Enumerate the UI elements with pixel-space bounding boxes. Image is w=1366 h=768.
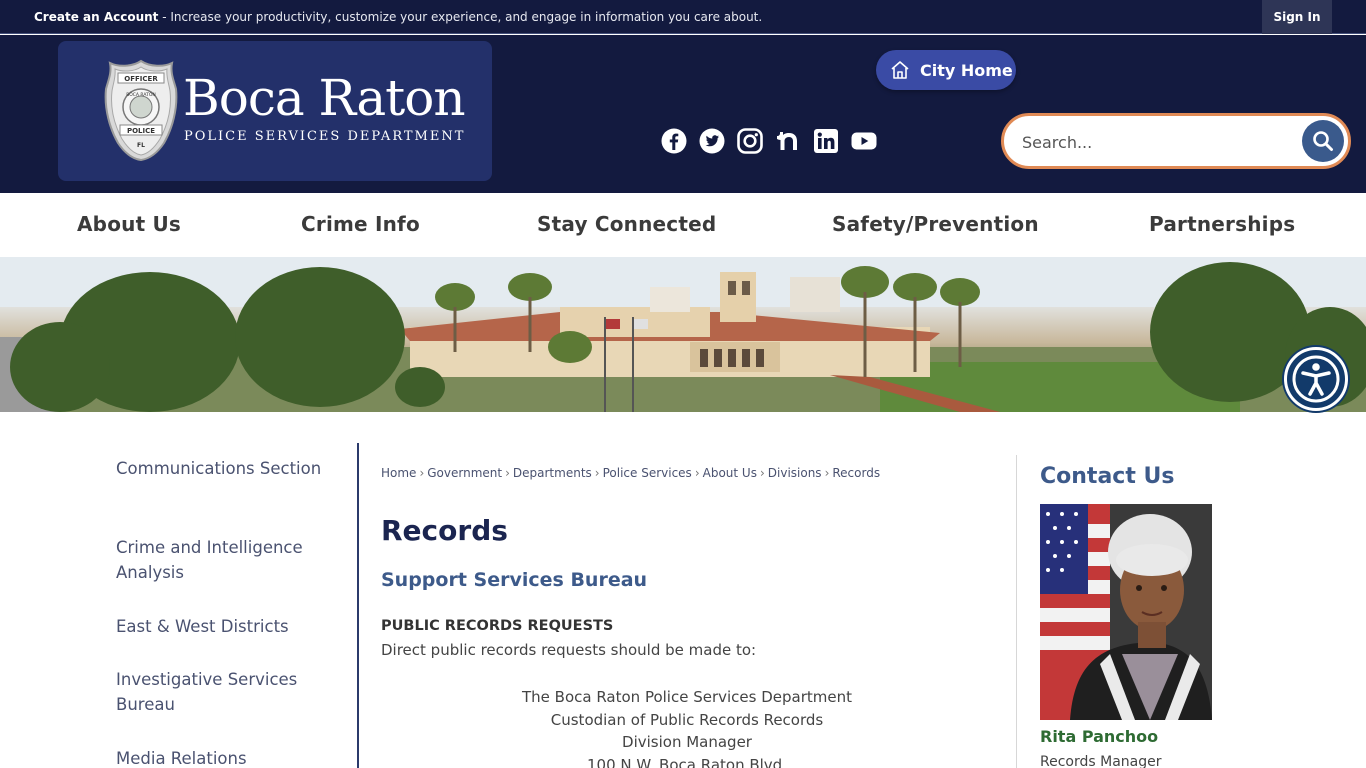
address-line: Division Manager	[622, 733, 752, 751]
site-search	[1001, 113, 1351, 169]
search-button[interactable]	[1302, 120, 1344, 162]
sidenav-media-relations[interactable]: Media Relations	[116, 746, 336, 768]
address-line: 100 N.W. Boca Raton Blvd.	[587, 755, 787, 768]
breadcrumb-divisions[interactable]: Divisions	[768, 466, 822, 480]
youtube-icon[interactable]	[851, 128, 877, 154]
badge-line-officer: OFFICER	[124, 75, 158, 83]
sign-in-button[interactable]: Sign In	[1262, 0, 1332, 34]
sidenav-communications-section[interactable]: Communications Section	[116, 456, 336, 481]
breadcrumb-separator: ›	[824, 466, 830, 480]
hero-banner	[0, 257, 1366, 412]
page-subtitle: Support Services Bureau	[381, 569, 648, 591]
accessibility-button[interactable]	[1284, 347, 1348, 411]
nextdoor-icon[interactable]	[775, 128, 801, 154]
city-home-button[interactable]: City Home	[876, 50, 1016, 90]
logo-title: Boca Raton	[183, 69, 466, 127]
badge-line-state: FL	[137, 142, 145, 149]
mailing-address: The Boca Raton Police Services Departmen…	[437, 686, 937, 768]
search-input[interactable]	[1022, 128, 1292, 156]
nav-safety-prevention[interactable]: Safety/Prevention	[832, 212, 1039, 236]
top-bar: Create an Account - Increase your produc…	[0, 0, 1366, 34]
breadcrumb-departments[interactable]: Departments	[513, 466, 592, 480]
contact-name[interactable]: Rita Panchoo	[1040, 727, 1158, 746]
accessibility-icon	[1292, 355, 1340, 403]
breadcrumb-about-us[interactable]: About Us	[703, 466, 757, 480]
linkedin-icon[interactable]	[813, 128, 839, 154]
breadcrumb-separator: ›	[505, 466, 510, 480]
nav-stay-connected[interactable]: Stay Connected	[537, 212, 716, 236]
nav-about-us[interactable]: About Us	[77, 212, 181, 236]
breadcrumb-government[interactable]: Government	[427, 466, 502, 480]
logo-subtitle: POLICE SERVICES DEPARTMENT	[184, 129, 466, 144]
sidenav-crime-intelligence-analysis[interactable]: Crime and Intelligence Analysis	[116, 535, 336, 585]
social-links	[661, 128, 877, 154]
address-line: Custodian of Public Records Records	[550, 710, 824, 729]
contact-us-heading: Contact Us	[1040, 464, 1175, 489]
badge-line-city: BOCA RATON	[126, 92, 156, 98]
breadcrumb: Home › Government › Departments › Police Servi…	[381, 466, 880, 480]
search-icon	[1313, 131, 1333, 151]
site-logo[interactable]: OFFICER BOCA RATON POLICE FL Boca Raton …	[58, 41, 492, 181]
sidenav-investigative-services-bureau[interactable]: Investigative Services Bureau	[116, 667, 336, 717]
sidenav-east-west-districts[interactable]: East & West Districts	[116, 614, 336, 639]
main-navigation: About Us Crime Info Stay Connected Safet…	[0, 193, 1366, 257]
breadcrumb-police-services[interactable]: Police Services	[603, 466, 692, 480]
breadcrumb-home[interactable]: Home	[381, 466, 416, 480]
nav-crime-info[interactable]: Crime Info	[301, 212, 420, 236]
breadcrumb-records[interactable]: Records	[832, 466, 880, 480]
facebook-icon[interactable]	[661, 128, 687, 154]
site-header: OFFICER BOCA RATON POLICE FL Boca Raton …	[0, 35, 1366, 193]
breadcrumb-separator: ›	[759, 466, 765, 480]
contact-photo	[1040, 504, 1212, 720]
instagram-icon[interactable]	[737, 128, 763, 154]
city-home-label: City Home	[920, 60, 1013, 80]
breadcrumb-separator: ›	[419, 466, 425, 480]
content-divider	[1016, 455, 1017, 768]
sidebar-divider	[357, 443, 359, 768]
contact-role: Records Manager	[1040, 754, 1162, 768]
account-message-text: - Increase your productivity, customize …	[158, 10, 763, 24]
create-account-link[interactable]: Create an Account	[34, 10, 158, 24]
badge-line-police: POLICE	[127, 127, 155, 135]
banner-image	[0, 257, 1366, 412]
police-badge-icon: OFFICER BOCA RATON POLICE FL	[104, 59, 178, 161]
account-message: Create an Account - Increase your produc…	[34, 10, 762, 24]
public-records-text: Direct public records requests should be…	[381, 641, 757, 659]
address-line: The Boca Raton Police Services Departmen…	[521, 688, 852, 706]
page-title: Records	[381, 514, 508, 547]
breadcrumb-separator: ›	[694, 466, 700, 480]
breadcrumb-separator: ›	[594, 466, 600, 480]
nav-partnerships[interactable]: Partnerships	[1149, 212, 1295, 236]
twitter-icon[interactable]	[699, 128, 725, 154]
house-icon	[891, 61, 909, 79]
public-records-heading: PUBLIC RECORDS REQUESTS	[381, 618, 614, 634]
